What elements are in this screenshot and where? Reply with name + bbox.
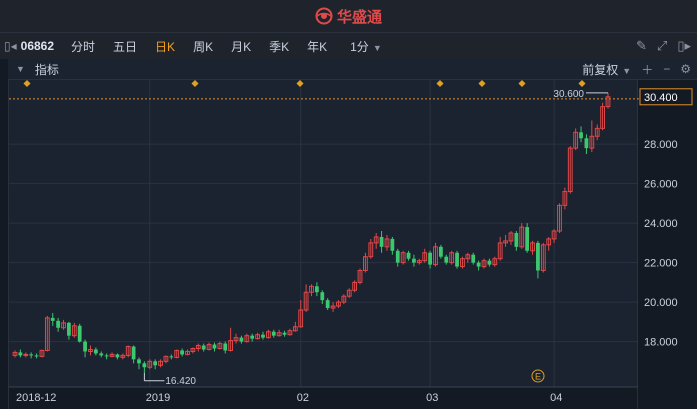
- candle-body-down: [325, 300, 330, 309]
- candle-body-down: [536, 242, 540, 271]
- candle-body-down: [390, 238, 395, 251]
- candle-body-down: [579, 132, 583, 139]
- max-price-label: 30.600: [553, 89, 584, 100]
- min-price-label: 16.420: [165, 376, 196, 387]
- candle-body-down: [315, 286, 319, 293]
- date-tick-label: 03: [426, 392, 438, 404]
- candle-body-down: [67, 322, 71, 336]
- candle-body-down: [525, 227, 530, 251]
- price-axis-area: [638, 80, 697, 409]
- candle-body-down: [455, 252, 459, 267]
- candle-body-down: [83, 341, 87, 352]
- candle-body-down: [142, 363, 147, 368]
- candle-body-down: [271, 331, 276, 336]
- candle-body-down: [584, 138, 589, 149]
- price-tick-label: 24.000: [644, 218, 678, 230]
- candle-body-down: [56, 320, 61, 328]
- current-price-label: 30.400: [644, 92, 678, 104]
- candle-body-down: [261, 334, 265, 338]
- date-axis: 2018-12 2019 02 03 04: [16, 392, 562, 404]
- candle-body-down: [34, 355, 39, 357]
- candle-body-down: [476, 262, 481, 267]
- earnings-event-label: E: [535, 372, 541, 382]
- candle-body-down: [406, 252, 411, 259]
- plot-area: [9, 80, 638, 387]
- candle-body-down: [471, 254, 476, 263]
- candle-body-up: [23, 353, 29, 356]
- candle-body-down: [180, 350, 185, 355]
- candle-body-down: [487, 260, 492, 265]
- price-tick-label: 18.000: [644, 337, 678, 349]
- candle-body-down: [169, 356, 174, 358]
- candle-body-down: [104, 355, 109, 357]
- date-tick-label: 2019: [146, 392, 170, 404]
- candle-body-down: [239, 337, 244, 342]
- date-tick-label: 02: [297, 392, 309, 404]
- candle-body-down: [223, 343, 228, 351]
- candle-body-down: [131, 346, 136, 360]
- candle-body-down: [282, 332, 287, 335]
- candle-body-down: [320, 292, 325, 301]
- candle-body-down: [379, 236, 384, 247]
- candle-body-down: [50, 317, 55, 321]
- price-tick-label: 20.000: [644, 297, 678, 309]
- price-tick-label: 22.000: [644, 258, 678, 270]
- candle-body-down: [444, 256, 449, 263]
- candle-body-down: [137, 359, 141, 364]
- candle-body-down: [428, 252, 432, 265]
- candle-body-down: [514, 233, 519, 247]
- candle-body-down: [29, 354, 34, 356]
- candle-body-down: [153, 361, 158, 366]
- candle-body-down: [212, 344, 217, 349]
- candle-body-down: [250, 335, 255, 339]
- candle-body-down: [201, 345, 206, 350]
- price-tick-label: 28.000: [644, 139, 678, 151]
- candlestick-chart[interactable]: 30.600 16.420 E 30.400 28.000 26.000 24.000 22…: [0, 0, 697, 409]
- candle-body-down: [115, 354, 120, 358]
- date-tick-label: 2018-12: [16, 392, 56, 404]
- candle-body-down: [99, 353, 104, 356]
- date-tick-label: 04: [550, 392, 562, 404]
- candle-body-down: [18, 352, 23, 356]
- candle-body-down: [438, 246, 443, 257]
- candle-body-down: [93, 349, 98, 354]
- candle-body-down: [395, 250, 400, 263]
- price-tick-label: 26.000: [644, 179, 678, 191]
- chart-grid: [9, 79, 697, 409]
- candle-body-down: [412, 258, 416, 263]
- candle-body-down: [77, 325, 82, 342]
